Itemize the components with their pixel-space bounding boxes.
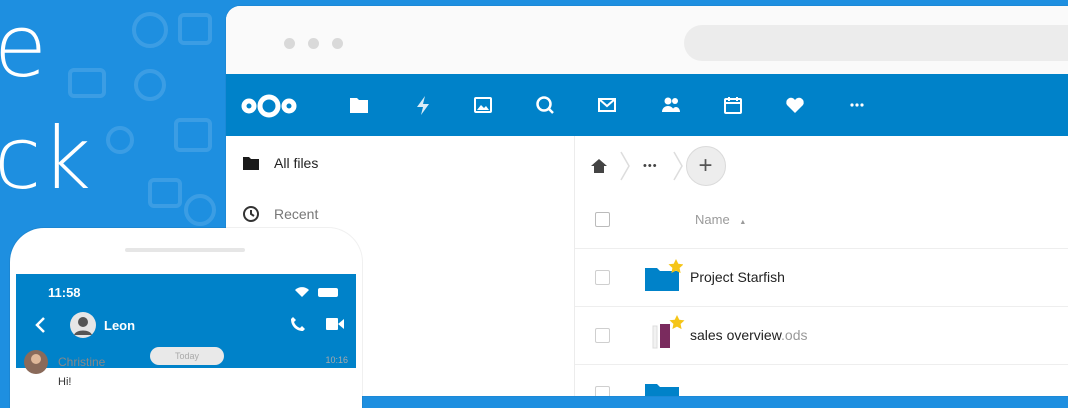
contacts-icon[interactable]	[660, 94, 682, 116]
address-bar[interactable]	[684, 25, 1068, 61]
sidebar-item-recent[interactable]: Recent	[242, 202, 318, 226]
window-dot-maximize[interactable]	[332, 38, 343, 49]
spreadsheet-file-icon	[652, 315, 685, 349]
row-checkbox[interactable]	[595, 270, 610, 285]
table-row[interactable]	[575, 364, 1068, 396]
date-chip: Today	[150, 347, 224, 365]
phone-clock: 11:58	[48, 285, 81, 300]
chat-author: Christine	[58, 355, 106, 369]
calendar-icon[interactable]	[722, 94, 744, 116]
window-dot-close[interactable]	[284, 38, 295, 49]
wifi-icon	[295, 287, 309, 297]
mobile-phone-mockup: 11:58 Leon Christine Hi! Today 10:16	[10, 228, 362, 408]
add-new-button[interactable]: +	[685, 146, 726, 186]
hero-text-line1: e	[0, 0, 47, 97]
table-row[interactable]: Project Starfish	[575, 248, 1068, 307]
name-column-header[interactable]: Name ▲	[695, 212, 746, 227]
sidebar-item-label: All files	[274, 155, 319, 171]
avatar[interactable]	[70, 312, 96, 338]
files-content: ••• + Name ▲ Project Starfish sales over…	[575, 136, 1068, 396]
breadcrumb: ••• +	[589, 146, 726, 186]
sidebar-item-label: Recent	[274, 206, 319, 222]
folder-icon	[645, 384, 679, 396]
file-name[interactable]: Project Starfish	[690, 269, 785, 285]
breadcrumb-separator-icon	[620, 151, 630, 181]
file-name[interactable]: sales overview.ods	[690, 327, 808, 343]
file-extension: .ods	[781, 327, 808, 343]
folder-icon	[645, 259, 683, 291]
sidebar-item-all-files[interactable]: All files	[242, 151, 318, 175]
select-all-checkbox[interactable]	[595, 212, 610, 227]
chat-contact-name[interactable]: Leon	[104, 318, 135, 333]
breadcrumb-more[interactable]: •••	[643, 160, 658, 172]
more-icon[interactable]	[846, 94, 868, 116]
back-arrow-icon[interactable]	[34, 316, 46, 334]
window-titlebar	[226, 6, 1068, 74]
phone-call-icon[interactable]	[290, 316, 306, 332]
video-call-icon[interactable]	[326, 318, 344, 330]
photos-icon[interactable]	[472, 94, 494, 116]
breadcrumb-separator-icon	[672, 151, 683, 181]
search-icon[interactable]	[534, 94, 556, 116]
clock-icon	[243, 206, 259, 222]
phone-speaker	[125, 248, 245, 252]
home-icon[interactable]	[589, 157, 609, 175]
row-checkbox[interactable]	[595, 328, 610, 343]
table-header-row: Name ▲	[575, 190, 1068, 249]
activity-icon[interactable]	[412, 94, 434, 116]
favorites-icon[interactable]	[784, 94, 806, 116]
nextcloud-logo-icon[interactable]	[240, 92, 298, 120]
row-checkbox[interactable]	[595, 386, 610, 396]
file-basename: sales overview	[690, 327, 782, 343]
table-row[interactable]: sales overview.ods	[575, 306, 1068, 365]
folder-icon	[243, 157, 259, 170]
chat-message-text: Hi!	[58, 376, 72, 388]
avatar[interactable]	[24, 350, 48, 374]
hero-text-line2: ck	[0, 109, 92, 209]
name-column-label: Name	[695, 212, 730, 227]
window-dot-minimize[interactable]	[308, 38, 319, 49]
sort-ascending-icon: ▲	[739, 219, 747, 226]
app-header	[226, 74, 1068, 136]
mail-icon[interactable]	[596, 94, 618, 116]
battery-icon	[318, 288, 338, 297]
files-icon[interactable]	[348, 94, 370, 116]
chat-message: Christine Hi!	[24, 350, 105, 388]
chat-timestamp: 10:16	[325, 355, 348, 365]
